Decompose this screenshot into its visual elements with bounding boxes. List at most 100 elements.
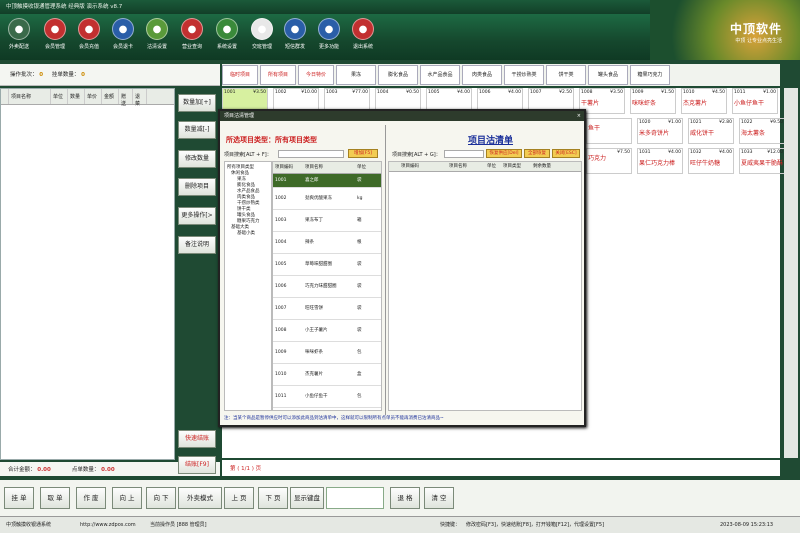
item-row[interactable]: 1010 杰克薯片 盒 — [273, 364, 381, 386]
bottom-button-4[interactable]: 向 上 — [112, 487, 142, 509]
side-button-7[interactable]: 快速结账 — [178, 430, 216, 448]
item-row[interactable]: 1004 辣条 根 — [273, 232, 381, 254]
side-button-1[interactable]: 数量加[+] — [178, 94, 216, 112]
sold-out-column-header: 单位 — [487, 164, 496, 169]
bottom-button-6[interactable]: 外卖模式 — [178, 487, 222, 509]
status-datetime: 2023-08-09 15:23:13 — [720, 522, 774, 528]
toolbar-label: 沽清设置 — [146, 44, 167, 50]
list-search-label: 项目搜索[ALT + G]： — [392, 152, 441, 158]
restore-all-button[interactable]: 全部恢复 — [524, 149, 550, 158]
toolbar-button-3[interactable]: ● 会员充值 — [72, 16, 106, 50]
product-tile[interactable]: 1011 ¥1.00 小鱼仔鱼干 — [732, 88, 778, 114]
category-tab[interactable]: 膨化食品 — [378, 65, 418, 85]
product-tile[interactable]: ¥7.50 巧克力 — [586, 148, 632, 174]
category-tab[interactable]: 糖果巧克力 — [630, 65, 670, 85]
keyboard-input-box[interactable] — [326, 487, 384, 509]
category-tab[interactable]: 临时项目 — [222, 65, 258, 85]
product-tile[interactable]: 1022 ¥9.50 海太薯条 — [739, 118, 785, 144]
product-code: 1022 — [741, 120, 753, 125]
toolbar-button-9[interactable]: ● 短信群发 — [278, 16, 312, 50]
item-code: 1009 — [275, 350, 287, 355]
bottom-button-5[interactable]: 向 下 — [146, 487, 176, 509]
category-tab[interactable]: 果冻 — [336, 65, 376, 85]
product-price: ¥7.50 — [617, 150, 630, 155]
bottom-button-1[interactable]: 挂 单 — [4, 487, 34, 509]
product-code: 1007 — [530, 90, 542, 95]
toolbar-button-2[interactable]: ● 会员管理 — [38, 16, 72, 50]
status-url[interactable]: http://www.zdpos.com — [80, 517, 136, 533]
list-search-input[interactable] — [444, 150, 484, 158]
item-row[interactable]: 1006 巧克力味甜甜圈 袋 — [273, 276, 381, 298]
side-button-2[interactable]: 数量减[-] — [178, 121, 216, 139]
toolbar-button-7[interactable]: ● 系统设置 — [210, 16, 244, 50]
side-button-3[interactable]: 修改数量 — [178, 150, 216, 168]
category-tree[interactable]: 所有项目类型 休闲食品 果冻 膨化食品 水产品食品 肉类食品 干捞炒熟类 饼干类 罐头食品 糖果巧… — [224, 161, 272, 411]
toolbar-button-1[interactable]: ● 外卖配送 — [2, 16, 36, 50]
category-tab[interactable]: 水产品食品 — [420, 65, 460, 85]
item-name: 小王子薯片 — [305, 328, 328, 333]
product-tile[interactable]: 1033 ¥12.00 夏威夷果干脆酥 — [739, 148, 785, 174]
item-row[interactable]: 1009 咪咪虾条 包 — [273, 342, 381, 364]
status-bar: 中顶触摸收银通系统 http://www.zdpos.com 当前操作员 [88… — [0, 516, 800, 533]
sold-out-list[interactable]: 项目编码 项目名称 单位 项目类型 剩余数量 — [388, 161, 582, 411]
product-tile[interactable]: 1021 ¥2.80 威化饼干 — [688, 118, 734, 144]
item-row[interactable]: 1003 果冻布丁 箱 — [273, 210, 381, 232]
item-list[interactable]: 项目编码 项目名称 单位 1001 喜之郎袋 1002 劲爽优酸果冻 kg 1003 果冻布丁箱 1… — [272, 161, 382, 411]
product-tile[interactable]: 1020 ¥1.00 米多奇饼片 — [637, 118, 683, 144]
toolbar-button-10[interactable]: ● 更多功能 — [312, 16, 346, 50]
toolbar-label: 会员充值 — [78, 44, 99, 50]
category-tab[interactable]: 干捞炒熟类 — [504, 65, 544, 85]
product-tile[interactable]: 1009 ¥1.50 咪咪虾条 — [630, 88, 676, 114]
close-dialog-button[interactable]: 关闭[ESC] — [552, 149, 580, 158]
side-button-8[interactable]: 结账[F9] — [178, 456, 216, 474]
bottom-button-8[interactable]: 下 页 — [258, 487, 288, 509]
side-button-4[interactable]: 删除项目 — [178, 178, 216, 196]
item-row[interactable]: 1008 小王子薯片 袋 — [273, 320, 381, 342]
category-tab[interactable]: 饼干类 — [546, 65, 586, 85]
bottom-button-2[interactable]: 取 单 — [40, 487, 70, 509]
side-button-6[interactable]: 备注说明 — [178, 236, 216, 254]
bottom-button-3[interactable]: 作 废 — [76, 487, 106, 509]
item-row[interactable]: 1005 草莓味甜甜圈 袋 — [273, 254, 381, 276]
item-unit: 袋 — [357, 262, 362, 267]
dialog-close-icon[interactable]: × — [577, 111, 581, 121]
item-row[interactable]: 1011 小鱼仔鱼干 包 — [273, 386, 381, 408]
product-tile[interactable]: 鱼干 — [586, 118, 632, 144]
toolbar-button-11[interactable]: ● 退出系统 — [346, 16, 380, 50]
product-price: ¥1.00 — [668, 120, 681, 125]
add-button[interactable]: 增加[F5] — [348, 149, 378, 158]
product-tile[interactable]: 1032 ¥4.00 旺仔牛奶糖 — [688, 148, 734, 174]
item-row[interactable]: 1007 旺旺雪饼 袋 — [273, 298, 381, 320]
bottom-button-10[interactable]: 退 格 — [390, 487, 420, 509]
product-code: 1021 — [690, 120, 702, 125]
toolbar-button-6[interactable]: ● 营业查询 — [175, 16, 209, 50]
vertical-scrollbar[interactable] — [784, 88, 798, 458]
product-name: 小鱼仔鱼干 — [734, 100, 765, 107]
item-column-header: 项目名称 — [305, 165, 323, 170]
product-tile[interactable]: 1031 ¥4.00 果仁巧克力棒 — [637, 148, 683, 174]
product-code: 1002 — [275, 90, 287, 95]
toolbar-button-4[interactable]: ● 会员退卡 — [106, 16, 140, 50]
toolbar-button-5[interactable]: ● 沽清设置 — [140, 16, 174, 50]
bottom-button-9[interactable]: 显示键盘 — [290, 487, 324, 509]
order-table-header: 项目名称 单位 数量 单价 金额 赠送 退菜 — [1, 89, 174, 107]
tree-node[interactable]: 基础小类 — [225, 231, 271, 237]
item-unit: 包 — [357, 394, 362, 399]
bottom-button-bar: 挂 单取 单作 废向 上向 下外卖模式上 页下 页显示键盘 退 格清 空 — [0, 480, 800, 516]
category-tab[interactable]: 今日特价 — [298, 65, 334, 85]
order-table[interactable]: 项目名称 单位 数量 单价 金额 赠送 退菜 — [0, 88, 175, 460]
bottom-button-11[interactable]: 清 空 — [424, 487, 454, 509]
item-row[interactable]: 1002 劲爽优酸果冻 kg — [273, 188, 381, 210]
side-button-5[interactable]: 更多操作[> — [178, 207, 216, 225]
item-row[interactable]: 1001 喜之郎 袋 — [273, 174, 381, 188]
product-tile[interactable]: 1010 ¥4.50 杰克薯片 — [681, 88, 727, 114]
category-tab[interactable]: 肉类食品 — [462, 65, 502, 85]
item-search-input[interactable] — [278, 150, 344, 158]
bottom-button-7[interactable]: 上 页 — [224, 487, 254, 509]
product-name: 夏威夷果干脆酥 — [741, 160, 784, 167]
category-tab[interactable]: 所有项目 — [260, 65, 296, 85]
toolbar-button-8[interactable]: ● 交班管理 — [245, 16, 279, 50]
category-tab[interactable]: 罐头食品 — [588, 65, 628, 85]
restore-supply-button[interactable]: 恢复供应[Del] — [486, 149, 522, 158]
more-icon: ● — [318, 18, 340, 40]
